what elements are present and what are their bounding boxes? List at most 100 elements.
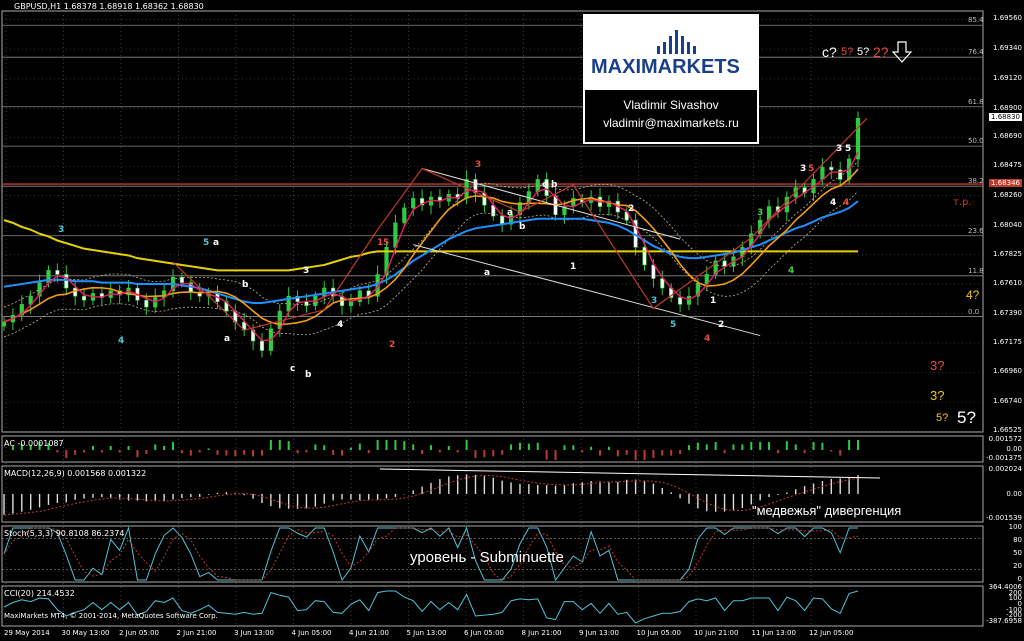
author-email: vladimir@maximarkets.ru [603, 116, 739, 130]
wave-label: b [305, 370, 312, 380]
wave-label: 3 [475, 160, 482, 170]
indicator-axis-label: 0 [1017, 575, 1022, 583]
indicator-axis-label: 0.00 [1006, 489, 1022, 498]
stoch-title: Stoch(5,3,3) 90.8108 86.2374 [4, 529, 125, 538]
y-tick-label: 1.67825 [993, 249, 1022, 258]
y-tick-label: 1.68475 [993, 161, 1022, 170]
candle-body [500, 215, 505, 225]
candle-body [820, 166, 825, 180]
indicator-axis-label: 0.001572 [988, 435, 1022, 443]
copyright-text: MaxiMarkets MT4, © 2001-2014, MetaQuotes… [4, 612, 218, 620]
x-tick-label: 4 Jun 21:00 [349, 629, 390, 637]
panel-border [1, 435, 984, 463]
x-tick-label: 10 Jun 21:00 [694, 629, 739, 637]
ac-title: AC -0.0001087 [4, 439, 64, 448]
author-name: Vladimir Sivashov [623, 98, 719, 112]
indicator-axis-label: 100 [1008, 523, 1022, 531]
x-tick-label: 10 Jun 05:00 [636, 629, 681, 637]
y-tick-label: 1.69560 [993, 14, 1022, 23]
wave-label: 2 [718, 320, 725, 330]
wave-label: b [242, 280, 249, 290]
target-label: 5? [857, 46, 870, 58]
candle-body [686, 295, 692, 305]
y-tick-label: 1.67610 [993, 278, 1022, 287]
bollinger-upper [3, 161, 859, 308]
candle-body [322, 287, 327, 297]
candle-body [411, 198, 416, 209]
x-tick-label: 2 Jun 05:00 [119, 629, 160, 637]
wave-label: 5 [845, 144, 852, 154]
wave-label: c [290, 364, 296, 374]
y-tick-label: 1.67175 [993, 338, 1022, 347]
candle-body [55, 270, 60, 275]
fib-label: 38.2 [968, 177, 984, 186]
level-price-label: 1.68346 [989, 179, 1022, 188]
wave-label: 1 [710, 296, 717, 306]
y-tick-label: 1.69120 [993, 73, 1022, 82]
target-label: 3? [930, 388, 945, 403]
x-tick-label: 8 Jun 21:00 [521, 629, 562, 637]
wave-label: 3 [303, 266, 310, 276]
candle-series [1, 111, 861, 358]
tp-label: т.р. [953, 197, 972, 208]
wave-label: a [224, 334, 231, 344]
indicator-axis-label: -0.001539 [986, 514, 1022, 522]
target-label: 5? [841, 46, 854, 58]
wave-label: 5 [670, 320, 677, 330]
x-tick-label: 3 Jun 13:00 [234, 629, 275, 637]
wave-label: b [519, 222, 526, 232]
fib-label: 0.0 [968, 307, 980, 316]
divergence-annotation: "медвежья" дивергенция [752, 503, 902, 518]
wave-label: 1 [570, 262, 577, 272]
candle-body [259, 340, 265, 351]
y-tick-label: 1.66525 [993, 426, 1022, 435]
wave-label: a [507, 208, 514, 218]
wave-label: 4 [830, 198, 837, 208]
wave-label: b [551, 180, 558, 190]
fib-label: 23.6 [968, 226, 984, 235]
candle-body [348, 301, 354, 306]
candle-body [81, 295, 87, 301]
target-label: 3? [930, 358, 945, 373]
fib-label: 50.0 [968, 137, 984, 146]
indicator-axis-label: 0.002024 [988, 465, 1022, 473]
logo-brand: MAXIMARKETS [591, 56, 740, 78]
channel-lower [413, 244, 761, 337]
x-tick-label: 9 Jun 13:00 [579, 629, 620, 637]
wave-label: c [542, 180, 548, 190]
y-tick-label: 1.66740 [993, 397, 1022, 406]
wave-label: 2 [628, 204, 635, 214]
logo-author: Vladimir Sivashov vladimir@maximarkets.r… [585, 96, 757, 132]
wave-label: 5 [808, 164, 815, 174]
wave-label: 3 [757, 208, 764, 218]
divergence-line [379, 468, 881, 479]
x-tick-label: 6 Jun 05:00 [464, 629, 505, 637]
wave-label: 3 [836, 144, 843, 154]
wave-label: 3 [800, 164, 807, 174]
target-label: 5? [957, 408, 976, 427]
wave-label: 2 [389, 340, 396, 350]
wave-label: 3 [651, 296, 658, 306]
x-tick-label: 29 May 2014 [4, 629, 50, 637]
wave-label: a [484, 268, 491, 278]
wave-label: 4 [337, 320, 344, 330]
indicator-axis-label: -0.001375 [986, 454, 1022, 462]
x-tick-label: 11 Jun 13:00 [751, 629, 796, 637]
target-label: 5? [936, 412, 949, 424]
y-tick-label: 1.69340 [993, 44, 1022, 53]
current-price-label: 1.68830 [989, 113, 1022, 122]
arrow-down-icon [891, 41, 913, 63]
macd-signal [3, 474, 859, 516]
wave-label: 5 [203, 238, 210, 248]
wave-label: 5 [383, 238, 390, 248]
ma-pink-line [3, 151, 859, 342]
indicator-axis-label: 20 [1013, 562, 1022, 570]
candle-body [660, 278, 665, 289]
symbol-header: GBPUSD,H1 1.68378 1.68918 1.68362 1.6883… [14, 2, 204, 11]
y-tick-label: 1.67390 [993, 308, 1022, 317]
subminuette-annotation: уровень - Subminuette [410, 549, 564, 566]
x-tick-label: 4 Jun 05:00 [291, 629, 332, 637]
wave-label: 4 [118, 336, 125, 346]
y-tick-label: 1.66960 [993, 367, 1022, 376]
wave-label: 4 [704, 334, 711, 344]
